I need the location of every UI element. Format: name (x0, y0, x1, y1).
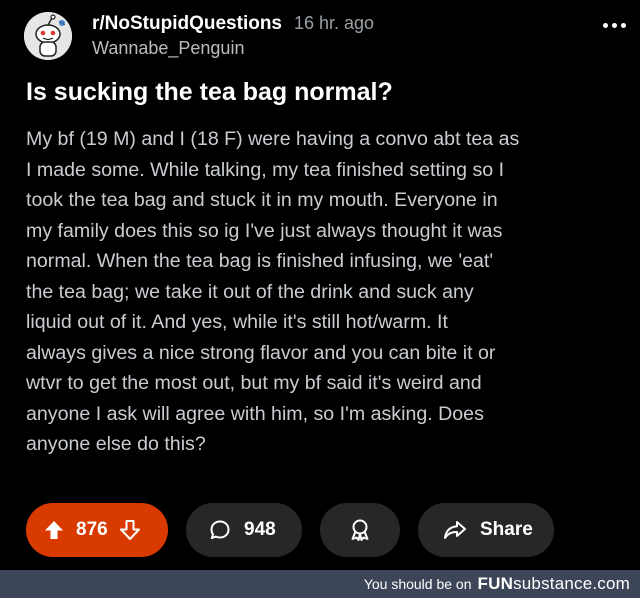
downvote-arrow-icon[interactable] (118, 518, 142, 542)
brand-bold: FUN (477, 574, 514, 593)
vote-control: 876 (26, 503, 168, 557)
body-line: always gives a nice strong flavor and yo… (26, 341, 496, 364)
footer-text: You should be on (363, 576, 472, 592)
author-username[interactable]: Wannabe_Penguin (92, 38, 374, 59)
post-body: My bf (19 M) and I (18 F) were having a … (26, 124, 622, 460)
snoo-icon (24, 12, 72, 60)
post-actions: 876 948 Share (26, 503, 554, 557)
body-line: liquid out of it. And yes, while it's st… (26, 311, 448, 333)
body-line: My bf (19 M) and I (18 F) were having a … (26, 128, 520, 150)
comment-bubble-icon (208, 518, 232, 542)
body-line: I made some. While talking, my tea finis… (26, 158, 505, 181)
brand-rest: substance.com (513, 574, 630, 593)
body-line: anyone I ask will agree with him, so I'm… (26, 402, 484, 425)
upvote-arrow-icon[interactable] (42, 518, 66, 542)
award-icon (347, 517, 373, 543)
post-header: r/NoStupidQuestions 16 hr. ago Wannabe_P… (24, 8, 624, 64)
body-line: anyone else do this? (26, 433, 206, 455)
watermark-footer: You should be on FUNsubstance.com (0, 570, 640, 598)
share-label: Share (480, 519, 533, 540)
subreddit-avatar[interactable] (24, 12, 72, 60)
more-options-icon[interactable] (603, 23, 626, 28)
subreddit-name[interactable]: r/NoStupidQuestions (92, 13, 282, 35)
body-line: normal. When the tea bag is finished inf… (26, 250, 494, 272)
post-title: Is sucking the tea bag normal? (26, 78, 393, 106)
body-line: wtvr to get the most out, but my bf said… (26, 372, 482, 394)
body-line: my family does this so ig I've just alwa… (26, 219, 503, 242)
upvote-count: 876 (76, 519, 108, 540)
post-time: 16 hr. ago (294, 13, 375, 33)
body-line: took the tea bag and stuck it in my mout… (26, 189, 498, 211)
comment-count: 948 (244, 519, 276, 540)
comments-button[interactable]: 948 (186, 503, 302, 557)
footer-brand[interactable]: FUNsubstance.com (478, 574, 630, 594)
share-button[interactable]: Share (418, 503, 554, 557)
share-arrow-icon (442, 518, 468, 542)
body-line: the tea bag; we take it out of the drink… (26, 280, 474, 303)
award-button[interactable] (320, 503, 400, 557)
